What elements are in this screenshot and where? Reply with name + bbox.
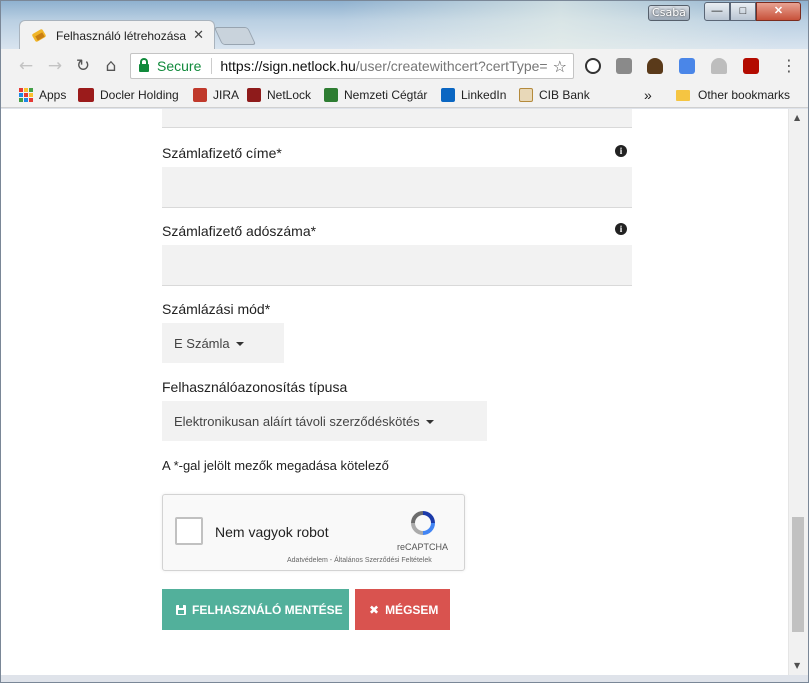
window-controls: — □ ✕ — [704, 2, 801, 22]
recaptcha-label: Nem vagyok robot — [215, 524, 329, 540]
tab-title: Felhasználó létrehozása — [56, 28, 187, 43]
forward-arrow-icon[interactable]: → — [46, 57, 64, 75]
extension-note-icon[interactable] — [616, 58, 632, 74]
cib-logo-icon — [519, 88, 533, 102]
previous-field-input[interactable] — [162, 109, 632, 128]
bookmark-cib-bank[interactable]: CIB Bank — [519, 87, 590, 103]
page-scrollbar[interactable]: ▲ ▼ — [788, 109, 808, 675]
minimize-button[interactable]: — — [704, 2, 730, 21]
bookmark-linkedin[interactable]: LinkedIn — [441, 87, 506, 103]
bookmark-label: NetLock — [267, 88, 312, 102]
bookmark-label: Docler Holding — [100, 88, 179, 102]
folder-icon — [676, 89, 690, 101]
save-user-button[interactable]: FELHASZNÁLÓ MENTÉSE — [162, 589, 349, 630]
identification-type-dropdown[interactable]: Elektronikusan aláírt távoli szerződéskö… — [162, 401, 487, 441]
payer-tax-number-label: Számlafizető adószáma* — [162, 223, 317, 239]
tab-close-icon[interactable]: ✕ — [193, 27, 204, 43]
bookmark-label: Nemzeti Cégtár — [344, 88, 428, 102]
address-bar[interactable]: Secure https://sign.netlock.hu /user/cre… — [130, 53, 574, 79]
required-fields-note: A *-gal jelölt mezők megadása kötelező — [162, 458, 389, 473]
recaptcha-brand: reCAPTCHA — [397, 542, 449, 552]
recaptcha-logo-icon — [411, 511, 435, 535]
home-icon[interactable]: ⌂ — [102, 57, 120, 75]
bookmark-jira[interactable]: JIRA — [193, 87, 239, 103]
billing-mode-selected: E Számla — [174, 335, 230, 351]
bookmark-apps[interactable]: Apps — [19, 87, 66, 103]
bookmark-label: JIRA — [213, 88, 240, 102]
jira-logo-icon — [193, 88, 207, 102]
extension-privacy-icon[interactable] — [585, 58, 601, 74]
bookmarks-bar: Apps Docler Holding JIRA NetLock Nemzeti… — [1, 83, 808, 108]
back-arrow-icon[interactable]: ← — [17, 57, 35, 75]
url-host: https://sign.netlock.hu — [220, 58, 356, 74]
identification-type-label: Felhasználóazonosítás típusa — [162, 379, 348, 395]
cegtar-logo-icon — [324, 88, 338, 102]
recaptcha-checkbox[interactable] — [175, 517, 203, 545]
bookmark-label: CIB Bank — [539, 88, 590, 102]
payer-address-info-icon[interactable]: i — [615, 145, 627, 157]
bookmark-label: Apps — [39, 88, 67, 102]
address-separator — [211, 58, 213, 74]
identification-type-selected: Elektronikusan aláírt távoli szerződéskö… — [174, 413, 420, 429]
adobe-acrobat-icon[interactable] — [743, 58, 759, 74]
reload-icon[interactable]: ↻ — [74, 57, 92, 75]
google-translate-icon[interactable] — [679, 58, 695, 74]
payer-tax-number-info-icon[interactable]: i — [615, 223, 627, 235]
profile-badge[interactable]: Csaba — [648, 5, 690, 21]
bookmark-netlock[interactable]: NetLock — [247, 87, 311, 103]
new-tab-button[interactable] — [213, 27, 257, 45]
caret-down-icon — [235, 342, 244, 346]
bookmark-label: LinkedIn — [461, 88, 507, 102]
bookmark-docler-holding[interactable]: Docler Holding — [78, 87, 179, 103]
browser-menu-icon[interactable]: ⋮ — [781, 56, 797, 75]
bookmark-nemzeti-cegtar[interactable]: Nemzeti Cégtár — [324, 87, 427, 103]
netlock-logo-icon — [247, 88, 261, 102]
bookmarks-overflow-button[interactable]: » — [644, 87, 652, 103]
payer-tax-number-input[interactable] — [162, 245, 632, 286]
caret-down-icon — [425, 420, 434, 424]
billing-mode-dropdown[interactable]: E Számla — [162, 323, 284, 363]
billing-mode-label: Számlázási mód* — [162, 301, 271, 317]
floppy-disk-icon — [176, 604, 186, 615]
linkedin-logo-icon — [441, 88, 455, 102]
title-bar: Csaba — □ ✕ Felhasználó létrehozása ✕ — [1, 1, 808, 50]
scroll-down-arrow-icon[interactable]: ▼ — [794, 661, 800, 670]
browser-window: Csaba — □ ✕ Felhasználó létrehozása ✕ ← … — [0, 0, 809, 683]
maximize-button[interactable]: □ — [730, 2, 756, 21]
page-content: Számlafizető címe* i Számlafizető adószá… — [1, 109, 788, 675]
url-path: /user/createwithcert?certType= — [355, 58, 548, 74]
payer-address-label: Számlafizető címe* — [162, 145, 282, 161]
close-window-button[interactable]: ✕ — [756, 2, 801, 21]
payer-address-input[interactable] — [162, 167, 632, 208]
scrollbar-thumb[interactable] — [792, 517, 804, 632]
cancel-button[interactable]: ✖ MÉGSEM — [355, 589, 450, 630]
recaptcha-links[interactable]: Adatvédelem - Általános Szerződési Felté… — [287, 557, 432, 564]
netlock-favicon-icon — [32, 28, 48, 44]
browser-tab[interactable]: Felhasználó létrehozása ✕ — [19, 20, 215, 50]
lock-icon — [139, 58, 149, 72]
browser-toolbar: ← → ↻ ⌂ Secure https://sign.netlock.hu /… — [1, 49, 808, 83]
scroll-up-arrow-icon[interactable]: ▲ — [794, 113, 800, 122]
docler-logo-icon — [78, 88, 94, 102]
recaptcha-widget: Nem vagyok robot reCAPTCHA Adatvédelem -… — [162, 494, 465, 571]
google-drive-icon[interactable] — [711, 58, 727, 74]
close-icon: ✖ — [369, 602, 380, 617]
other-bookmarks[interactable]: Other bookmarks — [676, 87, 790, 103]
save-user-label: FELHASZNÁLÓ MENTÉSE — [192, 602, 343, 617]
extension-mascot-icon[interactable] — [647, 58, 663, 74]
bookmark-star-icon[interactable]: ☆ — [553, 57, 567, 76]
secure-label: Secure — [157, 58, 202, 74]
apps-grid-icon — [19, 88, 33, 102]
cancel-label: MÉGSEM — [385, 602, 439, 617]
other-bookmarks-label: Other bookmarks — [698, 88, 791, 102]
